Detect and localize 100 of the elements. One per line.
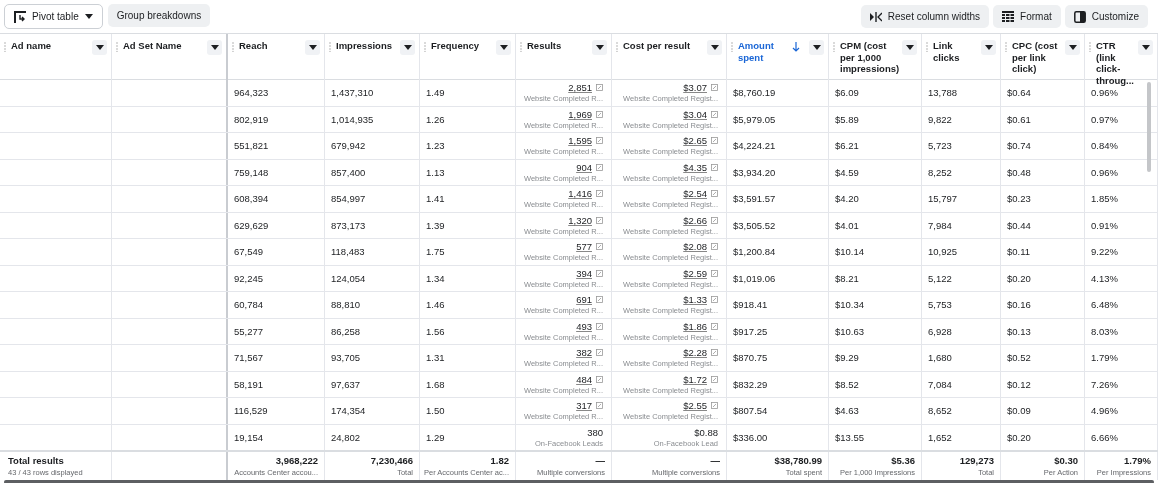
sort-down-icon[interactable] — [792, 42, 800, 52]
result-link[interactable]: $1.86 — [683, 320, 707, 332]
result-link[interactable]: 493 — [576, 320, 592, 332]
compare-icon[interactable] — [596, 349, 603, 357]
result-link[interactable]: $4.35 — [683, 161, 707, 173]
compare-icon[interactable] — [711, 269, 718, 277]
drag-handle-icon[interactable] — [926, 42, 928, 52]
table-cell: $13.55 — [835, 431, 865, 443]
compare-icon[interactable] — [711, 322, 718, 330]
compare-icon[interactable] — [596, 269, 603, 277]
caret-icon — [403, 45, 412, 50]
table-cell: 6.48% — [1091, 299, 1118, 311]
column-menu-button[interactable] — [707, 40, 722, 55]
customize-button[interactable]: Customize — [1064, 5, 1148, 28]
column-header[interactable]: Ad Set Name — [112, 34, 228, 86]
result-link[interactable]: 317 — [576, 400, 592, 412]
drag-handle-icon[interactable] — [329, 42, 331, 52]
column-menu-button[interactable] — [92, 40, 107, 55]
drag-handle-icon[interactable] — [1005, 42, 1007, 52]
compare-icon[interactable] — [596, 190, 603, 198]
compare-icon[interactable] — [711, 216, 718, 224]
table-cell: 8,652 — [928, 405, 952, 417]
column-header[interactable]: CTR (link click-throug... — [1085, 34, 1158, 86]
scrollbar-thumb[interactable] — [1147, 82, 1151, 172]
column-menu-button[interactable] — [305, 40, 320, 55]
compare-icon[interactable] — [711, 110, 718, 118]
column-header[interactable]: Amount spent — [727, 34, 829, 86]
column-menu-button[interactable] — [400, 40, 415, 55]
result-link[interactable]: $2.55 — [683, 400, 707, 412]
column-menu-button[interactable] — [902, 40, 918, 55]
pivot-table-dropdown[interactable]: Pivot table — [4, 4, 103, 29]
drag-handle-icon[interactable] — [4, 42, 6, 52]
column-header[interactable]: Reach — [228, 34, 325, 86]
drag-handle-icon[interactable] — [731, 42, 733, 52]
column-header[interactable]: Results — [516, 34, 612, 86]
column-header[interactable]: Link clicks — [922, 34, 1001, 86]
result-link[interactable]: $2.28 — [683, 347, 707, 359]
compare-icon[interactable] — [711, 163, 718, 171]
compare-icon[interactable] — [711, 349, 718, 357]
compare-icon[interactable] — [711, 137, 718, 145]
table-cell: $3,505.52 — [733, 219, 776, 231]
drag-handle-icon[interactable] — [424, 42, 426, 52]
column-header[interactable]: Ad name — [0, 34, 112, 86]
result-link[interactable]: 904 — [576, 161, 592, 173]
column-menu-button[interactable] — [592, 40, 607, 55]
result-link[interactable]: $3.04 — [683, 108, 707, 120]
compare-icon[interactable] — [711, 190, 718, 198]
result-link[interactable]: $2.54 — [683, 188, 707, 200]
horizontal-scrollbar[interactable] — [4, 480, 1154, 483]
column-header[interactable]: CPM (cost per 1,000 impressions) — [829, 34, 922, 86]
drag-handle-icon[interactable] — [616, 42, 618, 52]
column-menu-button[interactable] — [207, 40, 222, 55]
result-link[interactable]: 394 — [576, 267, 592, 279]
column-header[interactable]: CPC (cost per link click) — [1001, 34, 1085, 86]
result-link[interactable]: $2.66 — [683, 214, 707, 226]
column-menu-button[interactable] — [809, 40, 824, 55]
drag-handle-icon[interactable] — [232, 42, 234, 52]
result-link[interactable]: 577 — [576, 241, 592, 253]
table-cell: $10.14 — [835, 246, 865, 258]
compare-icon[interactable] — [596, 243, 603, 251]
drag-handle-icon[interactable] — [833, 42, 835, 52]
drag-handle-icon[interactable] — [1089, 42, 1091, 52]
column-menu-button[interactable] — [981, 40, 996, 55]
column-header[interactable]: Frequency — [420, 34, 516, 86]
compare-icon[interactable] — [596, 137, 603, 145]
compare-icon[interactable] — [596, 216, 603, 224]
compare-icon[interactable] — [711, 243, 718, 251]
column-menu-button[interactable] — [1138, 40, 1153, 55]
result-link[interactable]: 1,416 — [568, 188, 592, 200]
result-link[interactable]: $2.59 — [683, 267, 707, 279]
compare-icon[interactable] — [596, 402, 603, 410]
result-link[interactable]: $1.33 — [683, 294, 707, 306]
result-link[interactable]: $2.65 — [683, 135, 707, 147]
group-breakdowns-button[interactable]: Group breakdowns — [107, 4, 211, 27]
compare-icon[interactable] — [596, 296, 603, 304]
format-button[interactable]: Format — [993, 5, 1061, 28]
compare-icon[interactable] — [596, 163, 603, 171]
compare-icon[interactable] — [711, 402, 718, 410]
compare-icon[interactable] — [596, 375, 603, 383]
result-link[interactable]: 484 — [576, 373, 592, 385]
reset-button[interactable]: Reset column widths — [860, 5, 990, 28]
result-link[interactable]: $1.72 — [683, 373, 707, 385]
compare-icon[interactable] — [711, 84, 718, 92]
compare-icon[interactable] — [711, 375, 718, 383]
column-menu-button[interactable] — [1065, 40, 1080, 55]
compare-icon[interactable] — [596, 84, 603, 92]
compare-icon[interactable] — [596, 110, 603, 118]
result-link[interactable]: 691 — [576, 294, 592, 306]
result-link[interactable]: 1,969 — [568, 108, 592, 120]
result-link[interactable]: 382 — [576, 347, 592, 359]
drag-handle-icon[interactable] — [116, 42, 118, 52]
compare-icon[interactable] — [711, 296, 718, 304]
column-menu-button[interactable] — [496, 40, 511, 55]
compare-icon[interactable] — [596, 322, 603, 330]
column-header[interactable]: Impressions — [325, 34, 420, 86]
table-cell: 58,191 — [234, 378, 264, 390]
result-link[interactable]: $2.08 — [683, 241, 707, 253]
drag-handle-icon[interactable] — [520, 42, 522, 52]
result-link[interactable]: 1,595 — [568, 135, 592, 147]
result-link[interactable]: 1,320 — [568, 214, 592, 226]
